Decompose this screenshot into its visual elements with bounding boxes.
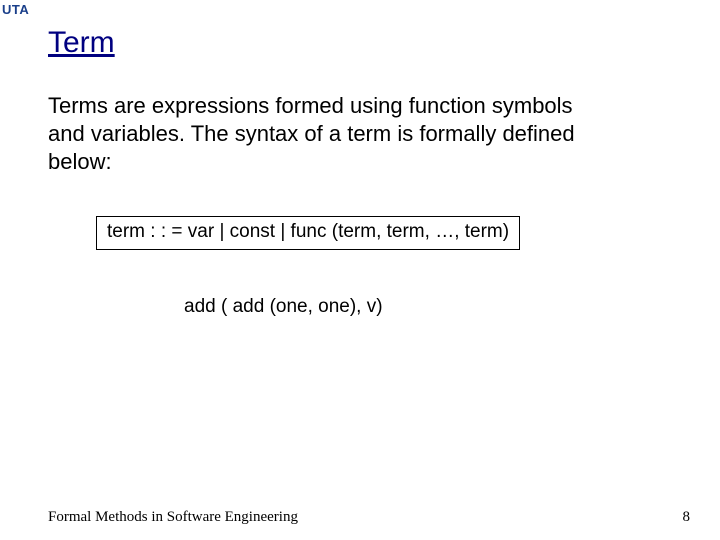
footer-text: Formal Methods in Software Engineering (48, 509, 298, 526)
grammar-text: term : : = var | const | func (term, ter… (107, 221, 509, 242)
grammar-definition-box: term : : = var | const | func (term, ter… (96, 216, 520, 250)
page-number: 8 (683, 509, 691, 526)
body-paragraph: Terms are expressions formed using funct… (48, 92, 608, 176)
example-expression: add ( add (one, one), v) (184, 296, 383, 318)
uta-logo: UTA (2, 2, 29, 17)
slide-title: Term (48, 26, 115, 60)
